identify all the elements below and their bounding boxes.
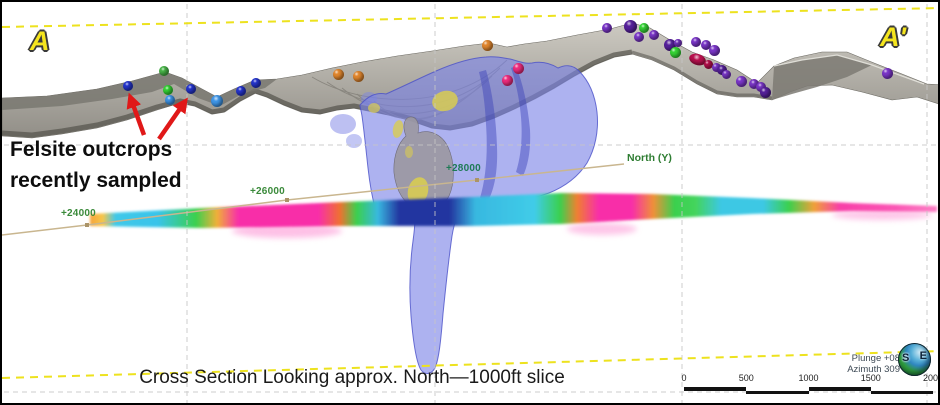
scale-bar-tick-label: 500: [739, 373, 754, 383]
north-axis-label: North (Y): [627, 152, 672, 164]
section-label-a-prime: A': [880, 22, 906, 53]
axis-tick-label: +24000: [61, 208, 96, 219]
felsite-callout-line2: recently sampled: [10, 165, 182, 196]
orientation-globe-icon[interactable]: S E: [898, 343, 931, 376]
section-label-a: A: [30, 26, 50, 57]
plunge-value: Plunge +08: [820, 354, 900, 365]
view-orientation: Plunge +08 Azimuth 309: [820, 354, 900, 375]
scale-bar-tick-label: 1500: [861, 373, 881, 383]
globe-south-letter: S: [902, 352, 909, 364]
geophysics-slice[interactable]: [90, 193, 937, 238]
scale-bar-tick-label: 0: [681, 373, 686, 383]
felsite-callout-line1: Felsite outcrops: [10, 134, 182, 165]
felsite-callout: Felsite outcrops recently sampled: [10, 134, 182, 196]
scale-bar-segment: [684, 387, 746, 391]
scale-bar-tick-label: 1000: [798, 373, 818, 383]
globe-east-letter: E: [920, 350, 927, 362]
scale-bar-tick-label: 2000: [923, 373, 940, 383]
section-caption: Cross Section Looking approx. North—1000…: [112, 367, 592, 389]
scale-bar-segment: [871, 391, 933, 395]
axis-tick-label: +28000: [446, 163, 481, 174]
scale-bar-segment: [746, 391, 809, 395]
3d-viewport-screenshot: A A' Felsite outcrops recently sampled C…: [0, 0, 940, 405]
scale-bar-segment: [809, 387, 871, 391]
scene-3d[interactable]: [2, 2, 940, 405]
axis-tick-label: +26000: [250, 186, 285, 197]
